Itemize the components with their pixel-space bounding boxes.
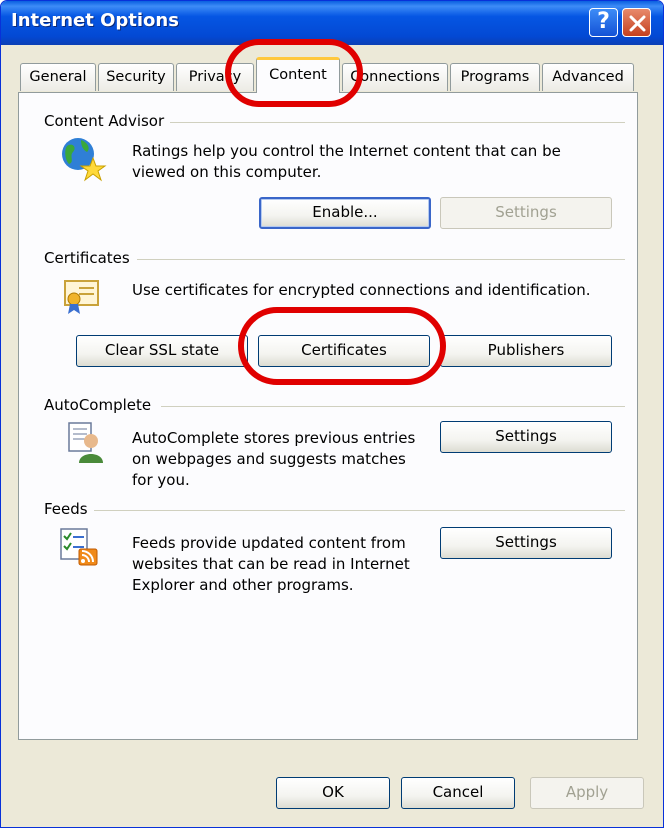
tab-privacy[interactable]: Privacy: [176, 63, 254, 91]
cancel-button[interactable]: Cancel: [401, 777, 515, 809]
tab-strip: General Security Privacy Content Connect…: [1, 57, 663, 93]
feeds-desc-line2: websites that can be read in Internet: [132, 555, 410, 573]
tab-security[interactable]: Security: [98, 63, 174, 91]
autocomplete-heading: AutoComplete: [44, 396, 158, 414]
content-advisor-settings-button[interactable]: Settings: [440, 197, 612, 229]
close-icon[interactable]: [622, 8, 651, 37]
enable-button[interactable]: Enable...: [259, 197, 431, 229]
certificates-heading: Certificates: [44, 249, 136, 267]
feeds-desc-line1: Feeds provide updated content from: [132, 534, 406, 552]
autocomplete-settings-button[interactable]: Settings: [440, 421, 612, 453]
autocomplete-divider: [161, 406, 625, 407]
ok-button[interactable]: OK: [276, 777, 390, 809]
autocomplete-user-icon: [67, 421, 103, 469]
certificates-button[interactable]: Certificates: [258, 335, 430, 367]
publishers-button[interactable]: Publishers: [440, 335, 612, 367]
feeds-settings-button[interactable]: Settings: [440, 527, 612, 559]
help-icon[interactable]: ?: [589, 8, 618, 37]
content-advisor-desc-line2: viewed on this computer.: [132, 163, 322, 181]
autocomplete-desc-line1: AutoComplete stores previous entries: [132, 429, 416, 447]
title-bar[interactable]: Internet Options ?: [1, 1, 663, 45]
tab-programs[interactable]: Programs: [450, 63, 540, 91]
globe-star-icon: [59, 136, 107, 188]
tab-connections[interactable]: Connections: [342, 63, 448, 91]
content-tab-panel: Content Advisor Ratings help you control…: [18, 92, 638, 740]
content-advisor-divider: [159, 122, 625, 123]
certificates-divider: [137, 259, 625, 260]
autocomplete-desc-line2: on webpages and suggests matches: [132, 450, 406, 468]
content-advisor-desc-line1: Ratings help you control the Internet co…: [132, 142, 561, 160]
feeds-divider: [94, 510, 625, 511]
feeds-desc-line3: Explorer and other programs.: [132, 576, 354, 594]
feeds-icon: [59, 527, 99, 571]
internet-options-window: Internet Options ? General Security Priv…: [0, 0, 664, 828]
autocomplete-desc-line3: for you.: [132, 471, 190, 489]
feeds-heading: Feeds: [44, 500, 94, 518]
clear-ssl-state-button[interactable]: Clear SSL state: [76, 335, 248, 367]
apply-button[interactable]: Apply: [530, 777, 644, 809]
window-title: Internet Options: [11, 10, 179, 31]
certificates-desc: Use certificates for encrypted connectio…: [132, 281, 591, 299]
tab-advanced[interactable]: Advanced: [542, 63, 634, 91]
certificate-icon: [64, 277, 100, 321]
tab-general[interactable]: General: [20, 63, 96, 91]
tab-content[interactable]: Content: [256, 57, 340, 93]
content-advisor-heading: Content Advisor: [44, 112, 171, 130]
